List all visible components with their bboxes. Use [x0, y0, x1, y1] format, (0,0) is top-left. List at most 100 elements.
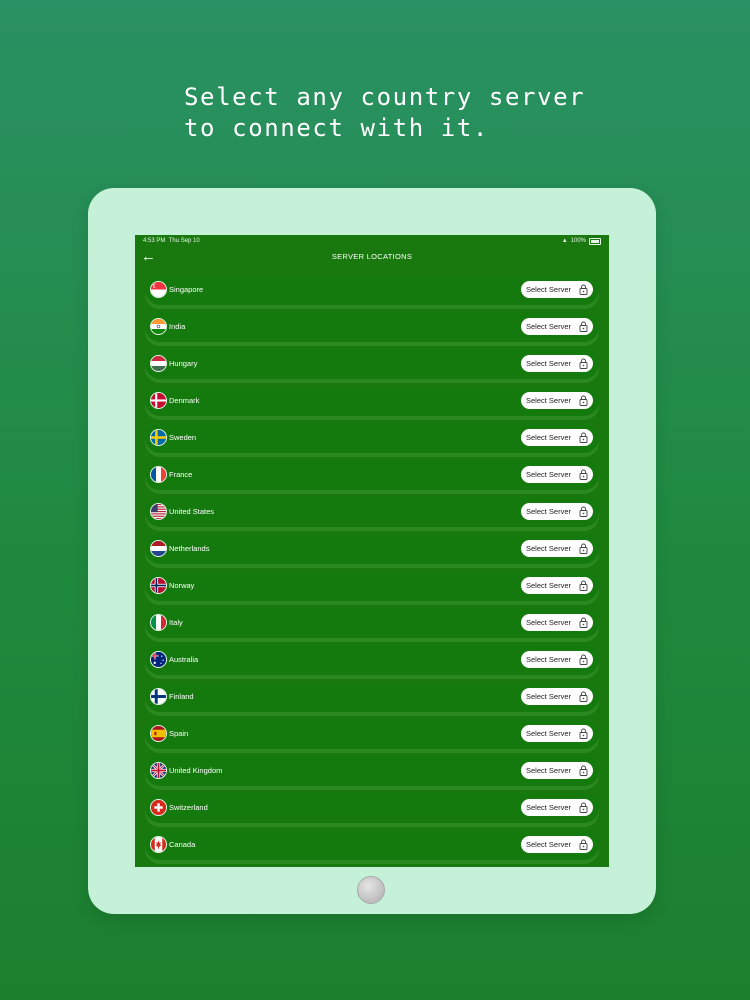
- select-server-button[interactable]: Select Server: [521, 355, 593, 372]
- norway-flag-icon: [150, 577, 167, 594]
- select-server-button[interactable]: Select Server: [521, 318, 593, 335]
- server-row-united-states[interactable]: United States Select Server: [145, 497, 599, 527]
- select-server-label: Select Server: [526, 359, 572, 368]
- server-row-singapore[interactable]: Singapore Select Server: [145, 275, 599, 305]
- server-row-india[interactable]: India Select Server: [145, 312, 599, 342]
- lock-icon: [579, 543, 588, 554]
- server-row-italy[interactable]: Italy Select Server: [145, 608, 599, 638]
- server-row-sweden[interactable]: Sweden Select Server: [145, 423, 599, 453]
- country-name: France: [169, 470, 193, 479]
- country-name: Netherlands: [169, 544, 210, 553]
- home-button[interactable]: [357, 876, 385, 904]
- italy-flag-icon: [150, 614, 167, 631]
- country-name: Norway: [169, 581, 195, 590]
- lock-icon: [579, 728, 588, 739]
- india-flag-icon: [150, 318, 167, 335]
- country-name: United Kingdom: [169, 766, 223, 775]
- status-date: Thu Sep 10: [168, 238, 200, 244]
- france-flag-icon: [150, 466, 167, 483]
- lock-icon: [579, 802, 588, 813]
- status-bar: 4:53 PM Thu Sep 10 ▲ 100%: [135, 235, 609, 247]
- battery-percent: 100%: [570, 238, 586, 244]
- wifi-icon: ▲: [561, 238, 568, 244]
- select-server-button[interactable]: Select Server: [521, 281, 593, 298]
- lock-icon: [579, 654, 588, 665]
- country-name: Singapore: [169, 285, 204, 294]
- select-server-button[interactable]: Select Server: [521, 503, 593, 520]
- lock-icon: [579, 358, 588, 369]
- nav-bar: ← SERVER LOCATIONS: [135, 247, 609, 267]
- select-server-label: Select Server: [526, 433, 572, 442]
- headline: Select any country server to connect wit…: [184, 82, 585, 144]
- hungary-flag-icon: [150, 355, 167, 372]
- server-row-united-kingdom[interactable]: United Kingdom Select Server: [145, 756, 599, 786]
- finland-flag-icon: [150, 688, 167, 705]
- server-row-denmark[interactable]: Denmark Select Server: [145, 386, 599, 416]
- status-right: ▲ 100%: [562, 235, 601, 247]
- server-row-finland[interactable]: Finland Select Server: [145, 682, 599, 712]
- country-name: Sweden: [169, 433, 197, 442]
- lock-icon: [579, 839, 588, 850]
- lock-icon: [579, 284, 588, 295]
- server-row-australia[interactable]: Australia Select Server: [145, 645, 599, 675]
- select-server-label: Select Server: [526, 544, 572, 553]
- country-name: Italy: [169, 618, 183, 627]
- battery-icon: [589, 237, 601, 245]
- united-kingdom-flag-icon: [150, 762, 167, 779]
- switzerland-flag-icon: [150, 799, 167, 816]
- select-server-button[interactable]: Select Server: [521, 688, 593, 705]
- select-server-button[interactable]: Select Server: [521, 577, 593, 594]
- select-server-button[interactable]: Select Server: [521, 651, 593, 668]
- country-name: Spain: [169, 729, 189, 738]
- singapore-flag-icon: [150, 281, 167, 298]
- lock-icon: [579, 617, 588, 628]
- select-server-label: Select Server: [526, 692, 572, 701]
- country-name: Denmark: [169, 396, 200, 405]
- country-name: Switzerland: [169, 803, 208, 812]
- select-server-button[interactable]: Select Server: [521, 799, 593, 816]
- select-server-label: Select Server: [526, 618, 572, 627]
- server-row-norway[interactable]: Norway Select Server: [145, 571, 599, 601]
- select-server-label: Select Server: [526, 729, 572, 738]
- server-row-switzerland[interactable]: Switzerland Select Server: [145, 793, 599, 823]
- server-row-spain[interactable]: Spain Select Server: [145, 719, 599, 749]
- headline-line-1: Select any country server: [184, 83, 586, 111]
- lock-icon: [579, 506, 588, 517]
- headline-line-2: to connect with it.: [184, 114, 489, 142]
- select-server-label: Select Server: [526, 396, 572, 405]
- select-server-label: Select Server: [526, 840, 572, 849]
- select-server-button[interactable]: Select Server: [521, 392, 593, 409]
- country-name: Finland: [169, 692, 194, 701]
- united-states-flag-icon: [150, 503, 167, 520]
- server-row-netherlands[interactable]: Netherlands Select Server: [145, 534, 599, 564]
- spain-flag-icon: [150, 725, 167, 742]
- select-server-label: Select Server: [526, 803, 572, 812]
- status-time: 4:53 PM: [143, 238, 166, 244]
- page-title: SERVER LOCATIONS: [331, 252, 413, 261]
- country-name: India: [169, 322, 186, 331]
- country-name: Hungary: [169, 359, 198, 368]
- select-server-button[interactable]: Select Server: [521, 836, 593, 853]
- server-row-france[interactable]: France Select Server: [145, 460, 599, 490]
- lock-icon: [579, 765, 588, 776]
- select-server-label: Select Server: [526, 581, 572, 590]
- lock-icon: [579, 321, 588, 332]
- select-server-button[interactable]: Select Server: [521, 725, 593, 742]
- select-server-label: Select Server: [526, 766, 572, 775]
- select-server-label: Select Server: [526, 285, 572, 294]
- lock-icon: [579, 580, 588, 591]
- select-server-button[interactable]: Select Server: [521, 466, 593, 483]
- server-row-hungary[interactable]: Hungary Select Server: [145, 349, 599, 379]
- select-server-button[interactable]: Select Server: [521, 540, 593, 557]
- select-server-button[interactable]: Select Server: [521, 614, 593, 631]
- server-row-canada[interactable]: Canada Select Server: [145, 830, 599, 860]
- country-name: Canada: [169, 840, 196, 849]
- lock-icon: [579, 469, 588, 480]
- select-server-button[interactable]: Select Server: [521, 762, 593, 779]
- lock-icon: [579, 691, 588, 702]
- status-time-date: 4:53 PM Thu Sep 10: [143, 235, 200, 247]
- app-screen: 4:53 PM Thu Sep 10 ▲ 100% ← SERVER LOCAT…: [135, 235, 609, 867]
- netherlands-flag-icon: [150, 540, 167, 557]
- country-name: Australia: [169, 655, 199, 664]
- select-server-button[interactable]: Select Server: [521, 429, 593, 446]
